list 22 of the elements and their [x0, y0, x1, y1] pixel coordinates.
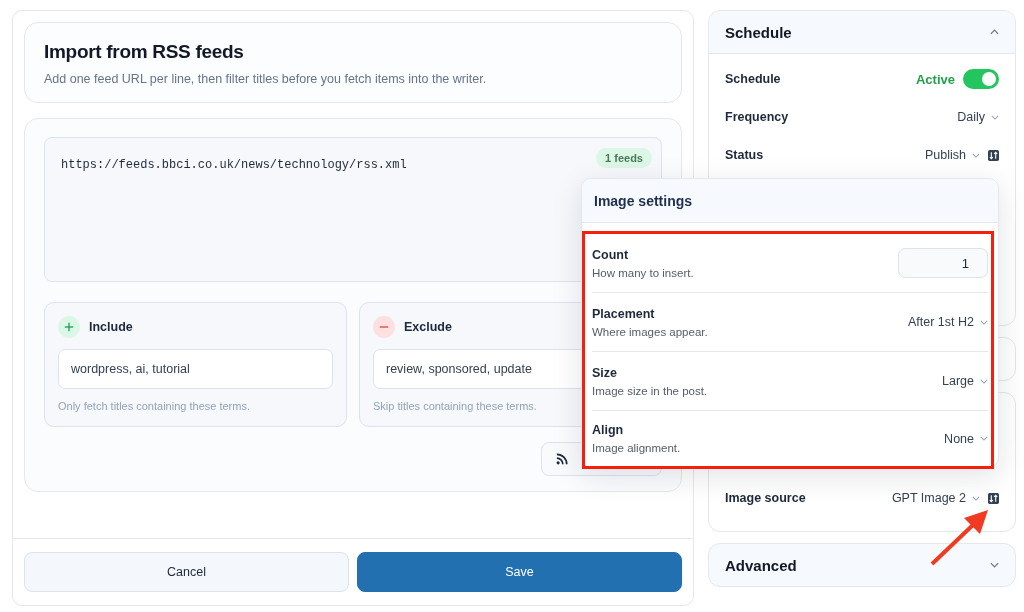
setting-label: Schedule [725, 72, 781, 86]
setting-label: Placement [592, 306, 656, 321]
setting-label: Align [592, 423, 625, 437]
popover-title: Image settings [594, 192, 693, 209]
filter-hint: Only fetch titles containing these terms. [58, 400, 251, 412]
panel-title: Import from RSS feeds [44, 41, 245, 63]
setting-hint: How many to insert. [592, 266, 694, 279]
filter-hint: Skip titles containing these terms. [373, 400, 538, 412]
filter-title: Exclude [404, 320, 452, 334]
status-text: Active [915, 71, 955, 87]
setting-hint: Where images appear. [592, 325, 708, 338]
section-title: Advanced [725, 556, 797, 574]
setting-label: Status [725, 148, 764, 162]
section-title: Schedule [725, 23, 792, 41]
filter-title: Include [89, 320, 133, 334]
panel-description: Add one feed URL per line, then filter titles before you fetch items into the writer. [44, 72, 488, 86]
setting-label: Size [592, 365, 618, 380]
setting-label: Image source [725, 491, 806, 505]
setting-label: Frequency [725, 110, 789, 124]
setting-hint: Image alignment. [592, 442, 681, 454]
feed-count-badge: 1 feeds [596, 148, 652, 168]
setting-label: Count [592, 247, 630, 262]
